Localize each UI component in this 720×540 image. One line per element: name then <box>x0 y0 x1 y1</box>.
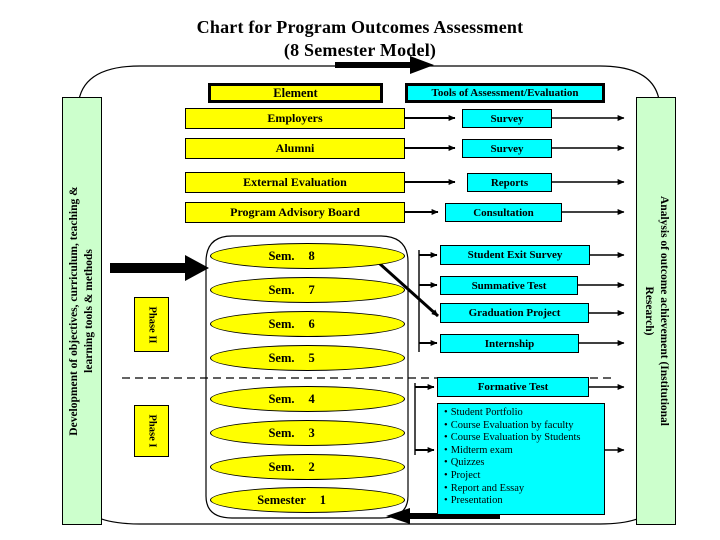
list-item: Student Portfolio <box>444 407 604 420</box>
element-external-evaluation: External Evaluation <box>185 172 405 193</box>
semester-oval-3: Sem. 3 <box>210 420 405 446</box>
semester-oval-6: Sem. 6 <box>210 311 405 337</box>
semester-2-number: 2 <box>308 459 315 474</box>
semester-5-label: Sem. <box>268 350 295 365</box>
element-employers: Employers <box>185 108 405 129</box>
semester-7-label: Sem. <box>268 282 295 297</box>
list-item: Presentation <box>444 495 604 508</box>
semester-oval-1: Semester 1 <box>210 487 405 513</box>
phase-i-label: Phase I <box>146 414 157 448</box>
element-alumni: Alumni <box>185 138 405 159</box>
semester-oval-8: Sem. 8 <box>210 243 405 269</box>
phase-ii-label: Phase II <box>146 305 157 344</box>
semester-2-label: Sem. <box>268 459 295 474</box>
list-item: Report and Essay <box>444 483 604 496</box>
semester-7-number: 7 <box>308 282 315 297</box>
header-element: Element <box>208 83 383 103</box>
tool-formative-test: Formative Test <box>437 377 589 397</box>
tool-external-reports: Reports <box>467 173 552 192</box>
tool-student-exit-survey: Student Exit Survey <box>440 245 590 265</box>
semester-oval-4: Sem. 4 <box>210 386 405 412</box>
tool-graduation-project: Graduation Project <box>440 303 589 323</box>
phase-box-i: Phase I <box>134 405 169 457</box>
header-tools: Tools of Assessment/Evaluation <box>405 83 605 103</box>
list-item: Course Evaluation by faculty <box>444 420 604 433</box>
semester-oval-2: Sem. 2 <box>210 454 405 480</box>
formative-tools-list: Student Portfolio Course Evaluation by f… <box>437 403 605 515</box>
semester-3-label: Sem. <box>268 425 295 440</box>
semester-1-label: Semester <box>257 492 306 507</box>
list-item: Project <box>444 470 604 483</box>
semester-3-number: 3 <box>308 425 315 440</box>
list-item: Midterm exam <box>444 445 604 458</box>
semester-8-number: 8 <box>308 248 315 263</box>
right-panel-analysis: Analysis of outcome achievement (Institu… <box>636 97 676 525</box>
tool-advisory-consultation: Consultation <box>445 203 562 222</box>
tool-employers-survey: Survey <box>462 109 552 128</box>
list-item: Quizzes <box>444 457 604 470</box>
semester-1-number: 1 <box>319 492 327 507</box>
right-panel-line-2: Research) <box>643 286 655 336</box>
element-program-advisory-board: Program Advisory Board <box>185 202 405 223</box>
left-panel-line-1: Development of objectives, curriculum, t… <box>68 186 80 436</box>
top-flow-arrow <box>335 56 434 74</box>
semester-6-label: Sem. <box>268 316 295 331</box>
semester-8-label: Sem. <box>268 248 295 263</box>
left-panel-label: Development of objectives, curriculum, t… <box>67 186 97 435</box>
formative-tools-ul: Student Portfolio Course Evaluation by f… <box>444 407 604 508</box>
semester-oval-5: Sem. 5 <box>210 345 405 371</box>
semester-5-number: 5 <box>308 350 315 365</box>
semester-oval-7: Sem. 7 <box>210 277 405 303</box>
chart-canvas: Chart for Program Outcomes Assessment (8… <box>0 0 720 540</box>
tool-alumni-survey: Survey <box>462 139 552 158</box>
left-panel-line-2: learning tools & methods <box>83 249 95 373</box>
tool-summative-test: Summative Test <box>440 276 578 295</box>
right-panel-label: Analysis of outcome achievement (Institu… <box>641 196 671 426</box>
left-panel-development: Development of objectives, curriculum, t… <box>62 97 102 525</box>
left-flow-arrow <box>110 255 209 281</box>
right-panel-line-1: Analysis of outcome achievement (Institu… <box>658 196 670 426</box>
list-item: Course Evaluation by Students <box>444 432 604 445</box>
phase-box-ii: Phase II <box>134 297 169 352</box>
semester-4-label: Sem. <box>268 391 295 406</box>
semester-6-number: 6 <box>308 316 315 331</box>
tool-internship: Internship <box>440 334 579 353</box>
semester-4-number: 4 <box>308 391 315 406</box>
